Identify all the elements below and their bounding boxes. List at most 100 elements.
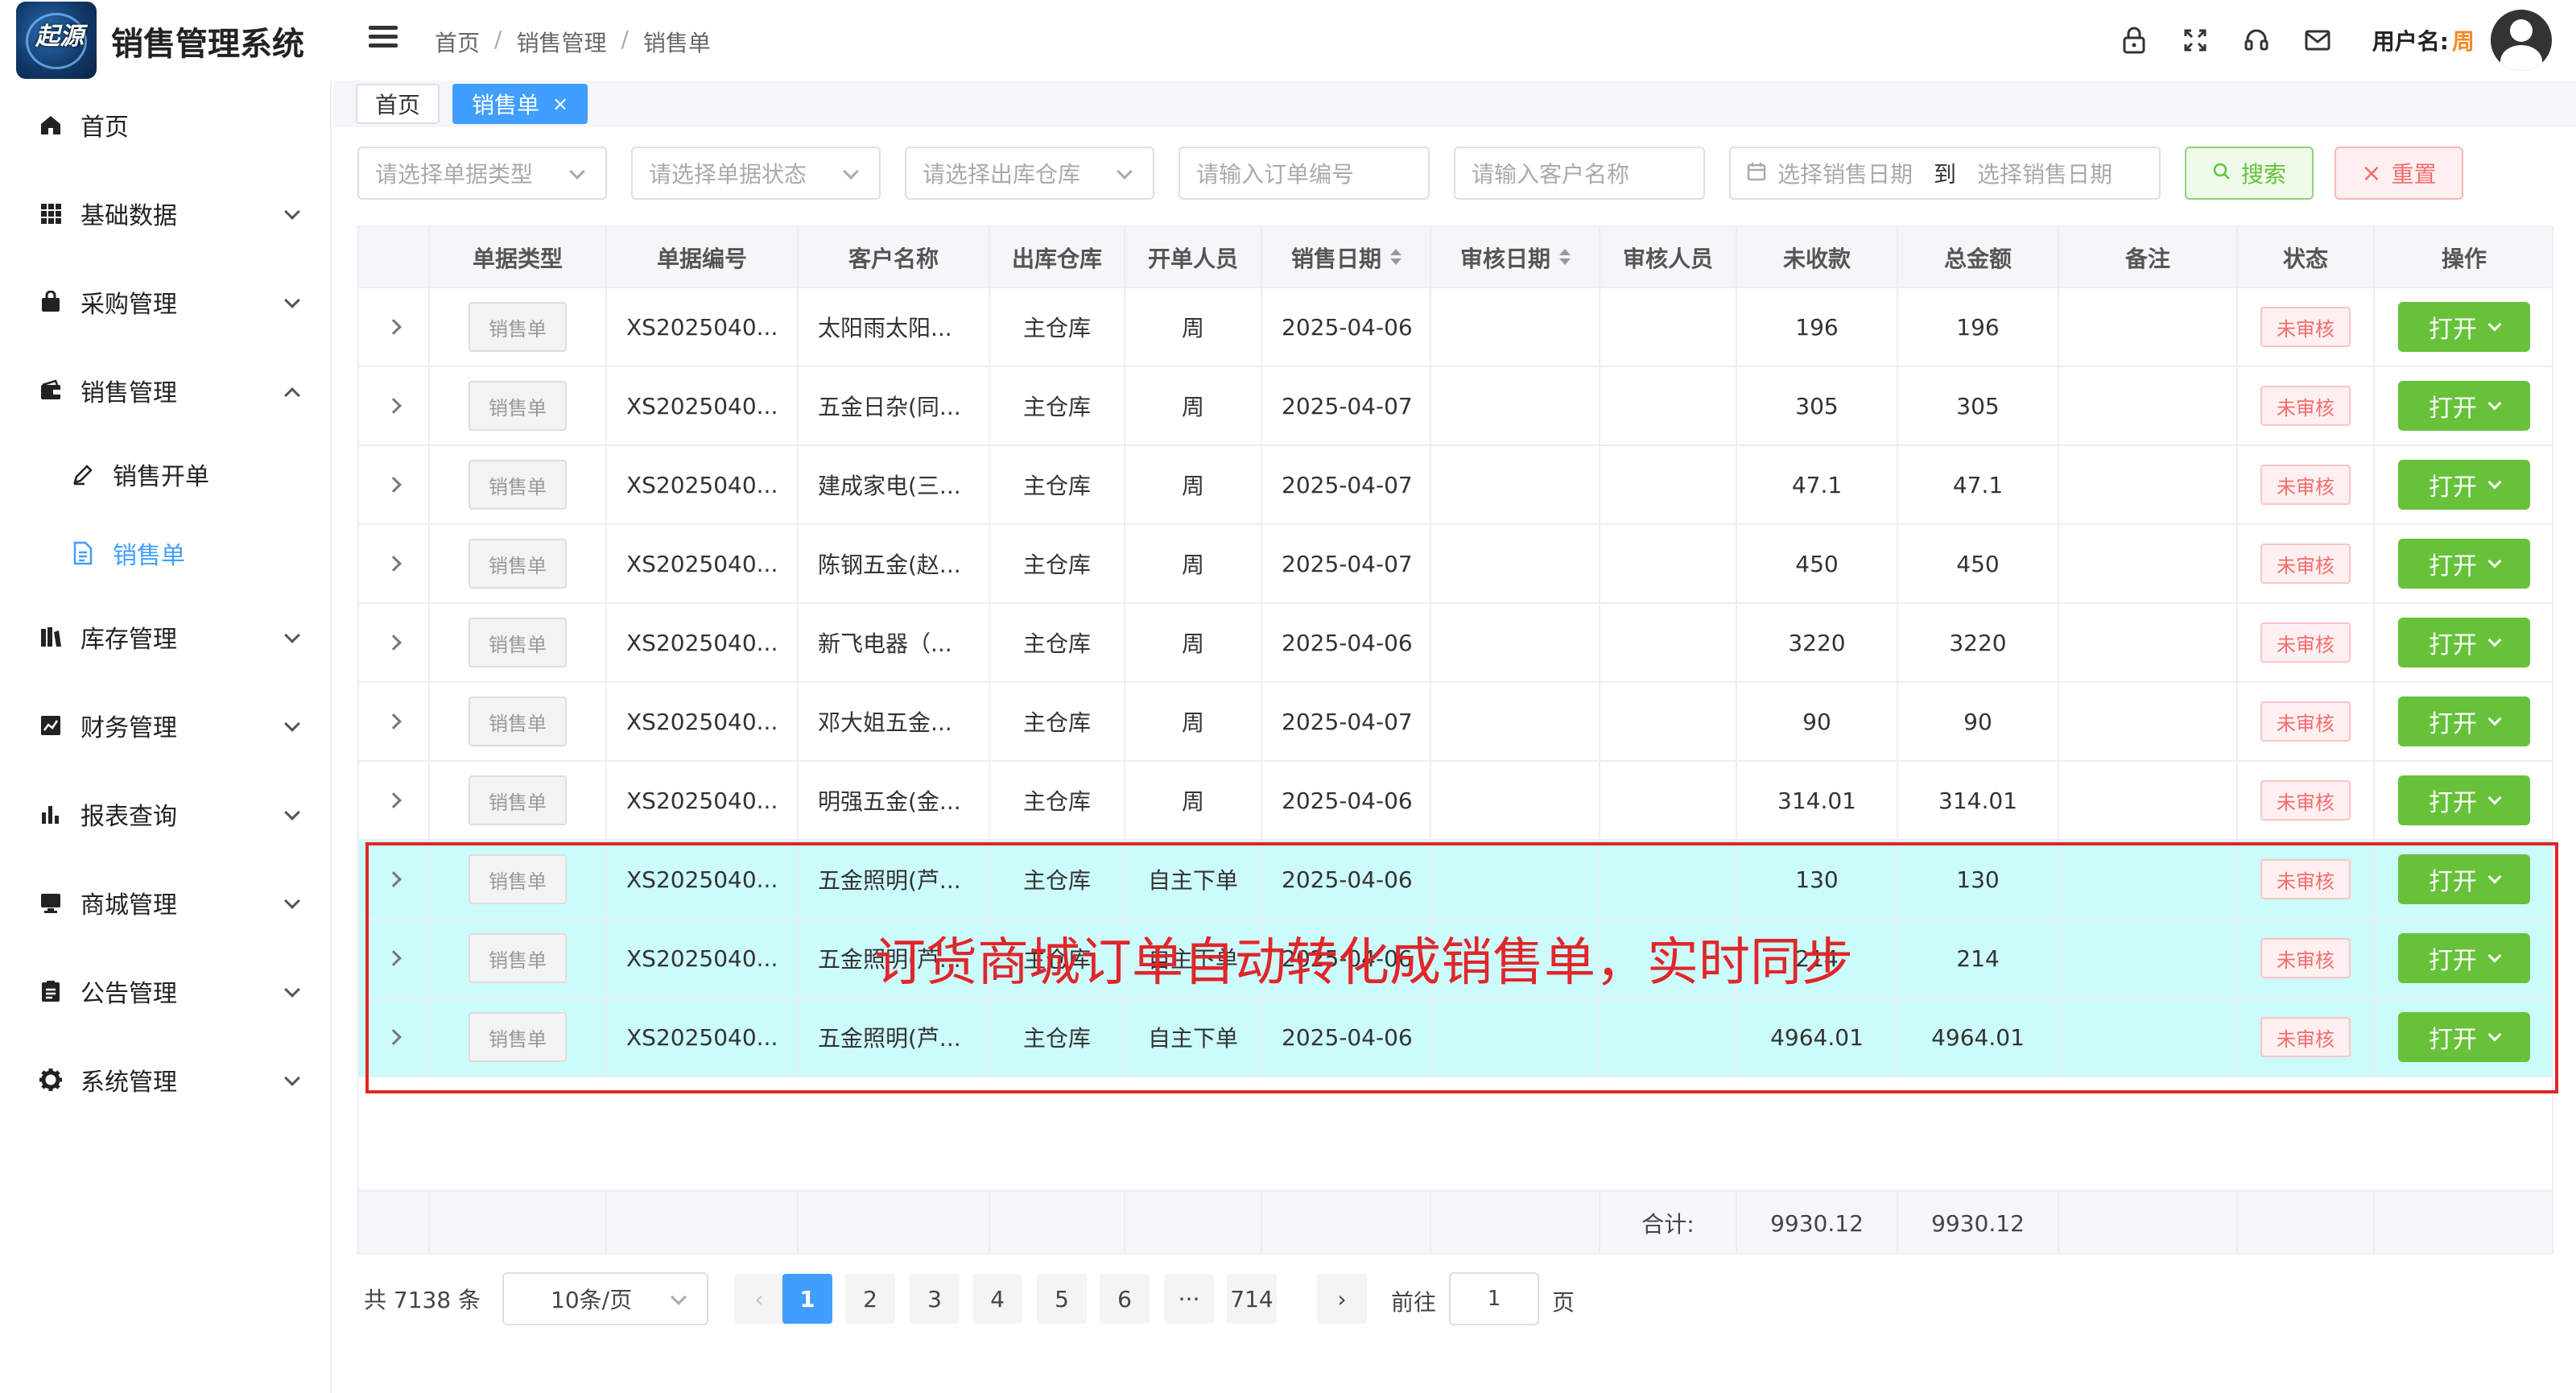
date-start-placeholder[interactable]: 选择销售日期 xyxy=(1777,157,1913,189)
order-no-input[interactable]: 请输入订单编号 xyxy=(1179,147,1430,200)
cell-warehouse: 主仓库 xyxy=(990,525,1125,602)
customer-input[interactable]: 请输入客户名称 xyxy=(1454,147,1705,200)
cell-sales-date: 2025-04-07 xyxy=(1262,367,1431,444)
doc-type-tag: 销售单 xyxy=(469,302,567,352)
sidebar-item-finance[interactable]: 财务管理 xyxy=(0,689,332,762)
breadcrumb-item-sales[interactable]: 销售管理 xyxy=(516,26,606,58)
cell-action: 打开 xyxy=(2375,525,2553,602)
date-end-placeholder[interactable]: 选择销售日期 xyxy=(1977,157,2112,189)
sidebar-item-notice[interactable]: 公告管理 xyxy=(0,955,332,1027)
open-button-label: 打开 xyxy=(2429,316,2477,344)
table-header: 单据类型 单据编号 客户名称 出库仓库 开单人员 销售日期 审核日期 审核人员 … xyxy=(357,225,2553,288)
page-size-select[interactable]: 10条/页 xyxy=(502,1272,708,1325)
open-button-label: 打开 xyxy=(2429,473,2477,502)
page-button[interactable]: 3 xyxy=(910,1274,960,1324)
doc-type-select[interactable]: 请选择单据类型 xyxy=(357,147,607,200)
user-name[interactable]: 周 xyxy=(2452,24,2475,56)
tab-home[interactable]: 首页 xyxy=(356,84,440,124)
table-row[interactable]: 销售单 XS2025040... 太阳雨太阳... 主仓库周 2025-04-06 196… xyxy=(357,288,2553,367)
cell-auditor xyxy=(1600,446,1737,523)
mail-icon[interactable] xyxy=(2301,24,2334,56)
open-button[interactable]: 打开 xyxy=(2398,775,2530,825)
close-icon[interactable]: × xyxy=(552,93,568,115)
cell-remark xyxy=(2059,604,2238,681)
page-button[interactable]: 2 xyxy=(845,1274,895,1324)
open-button[interactable]: 打开 xyxy=(2398,696,2530,746)
chevron-right-icon[interactable] xyxy=(386,398,402,414)
cell-creator: 周 xyxy=(1125,604,1262,681)
chevron-right-icon[interactable] xyxy=(386,713,402,730)
reset-button[interactable]: × 重置 xyxy=(2334,147,2463,200)
sidebar-item-inventory[interactable]: 库存管理 xyxy=(0,601,332,673)
col-audit-date[interactable]: 审核日期 xyxy=(1431,227,1600,288)
chevron-right-icon[interactable] xyxy=(386,792,402,808)
prev-page-button[interactable]: ‹ xyxy=(734,1274,784,1324)
sort-icon[interactable] xyxy=(1389,249,1402,267)
page-ellipsis[interactable]: ··· xyxy=(1164,1274,1214,1324)
sidebar-item-sales[interactable]: 销售管理 xyxy=(0,354,332,427)
table-row[interactable]: 销售单 XS2025040... 建成家电(三... 主仓库周 2025-04-07 47… xyxy=(357,446,2553,525)
open-button[interactable]: 打开 xyxy=(2398,539,2530,589)
sidebar-item-reports[interactable]: 报表查询 xyxy=(0,778,332,850)
sidebar-item-system[interactable]: 系统管理 xyxy=(0,1044,332,1116)
page-button[interactable]: 1 xyxy=(782,1274,832,1324)
chevron-down-icon xyxy=(2487,633,2502,647)
cell-doc-no: XS2025040... xyxy=(607,288,799,366)
cell-doc-no: XS2025040... xyxy=(607,446,799,523)
cell-warehouse: 主仓库 xyxy=(990,762,1125,839)
cell-warehouse: 主仓库 xyxy=(990,604,1125,681)
sidebar-item-mall[interactable]: 商城管理 xyxy=(0,866,332,939)
page-button[interactable]: 714 xyxy=(1227,1274,1277,1324)
page-button[interactable]: 4 xyxy=(972,1274,1022,1324)
page-button[interactable]: 6 xyxy=(1100,1274,1150,1324)
goto-page-input[interactable]: 1 xyxy=(1449,1272,1539,1325)
col-sales-date[interactable]: 销售日期 xyxy=(1262,227,1431,288)
sales-date-range[interactable]: 选择销售日期 到 选择销售日期 xyxy=(1729,147,2161,200)
summary-total: 9930.12 xyxy=(1898,1192,2059,1255)
order-no-placeholder: 请输入订单编号 xyxy=(1196,161,1355,188)
headset-icon[interactable] xyxy=(2240,24,2273,56)
cell-customer-name: 建成家电(三... xyxy=(799,446,990,523)
open-button[interactable]: 打开 xyxy=(2398,302,2530,352)
chevron-right-icon[interactable] xyxy=(386,556,402,572)
open-button[interactable]: 打开 xyxy=(2398,381,2530,431)
chevron-right-icon[interactable] xyxy=(386,319,402,335)
search-label: 搜索 xyxy=(2240,161,2286,188)
page-button[interactable]: 5 xyxy=(1037,1274,1087,1324)
table-row[interactable]: 销售单 XS2025040... 邓大姐五金... 主仓库周 2025-04-07 90 9… xyxy=(357,683,2553,762)
sidebar-item-basic-data[interactable]: 基础数据 xyxy=(0,177,332,250)
cell-remark xyxy=(2059,288,2238,366)
sidebar: 首页 基础数据 采购管理 销售管理 销售开单 销售单 库存管理 财务管理 报表查… xyxy=(0,81,332,1393)
app-title: 销售管理系统 xyxy=(111,26,304,63)
tab-sales-order[interactable]: 销售单 × xyxy=(452,84,588,124)
warehouse-icon xyxy=(39,625,63,649)
lock-icon[interactable] xyxy=(2118,24,2150,56)
chevron-right-icon[interactable] xyxy=(386,634,402,651)
open-button[interactable]: 打开 xyxy=(2398,618,2530,668)
sidebar-item-purchase[interactable]: 采购管理 xyxy=(0,266,332,338)
avatar[interactable] xyxy=(2491,10,2552,71)
calendar-icon xyxy=(1747,160,1766,187)
sidebar-subitem-sales-create[interactable]: 销售开单 xyxy=(0,438,332,510)
open-button[interactable]: 打开 xyxy=(2398,460,2530,510)
doc-status-select[interactable]: 请选择单据状态 xyxy=(631,147,881,200)
chevron-right-icon[interactable] xyxy=(386,477,402,493)
sidebar-subitem-sales-order[interactable]: 销售单 xyxy=(0,517,332,589)
breadcrumb-item-home[interactable]: 首页 xyxy=(435,26,480,58)
cell-doc-no: XS2025040... xyxy=(607,604,799,681)
table-row[interactable]: 销售单 XS2025040... 五金日杂(同... 主仓库周 2025-04-07 30… xyxy=(357,367,2553,446)
table-row[interactable]: 销售单 XS2025040... 陈钢五金(赵... 主仓库周 2025-04-07 45… xyxy=(357,525,2553,604)
cell-customer-name: 陈钢五金(赵... xyxy=(799,525,990,602)
table-row[interactable]: 销售单 XS2025040... 明强五金(金... 主仓库周 2025-04-06 31… xyxy=(357,762,2553,841)
sidebar-item-label: 首页 xyxy=(80,114,129,142)
cell-auditor xyxy=(1600,525,1737,602)
warehouse-select[interactable]: 请选择出库仓库 xyxy=(905,147,1154,200)
menu-toggle-icon[interactable] xyxy=(369,26,398,55)
table-row[interactable]: 销售单 XS2025040... 新飞电器（... 主仓库周 2025-04-06 322… xyxy=(357,604,2553,683)
sidebar-item-home[interactable]: 首页 xyxy=(0,89,332,161)
sort-icon[interactable] xyxy=(1558,249,1571,267)
next-page-button[interactable]: › xyxy=(1317,1274,1367,1324)
fullscreen-icon[interactable] xyxy=(2179,24,2211,56)
search-button[interactable]: 搜索 xyxy=(2185,147,2314,200)
cell-expand xyxy=(359,288,430,366)
